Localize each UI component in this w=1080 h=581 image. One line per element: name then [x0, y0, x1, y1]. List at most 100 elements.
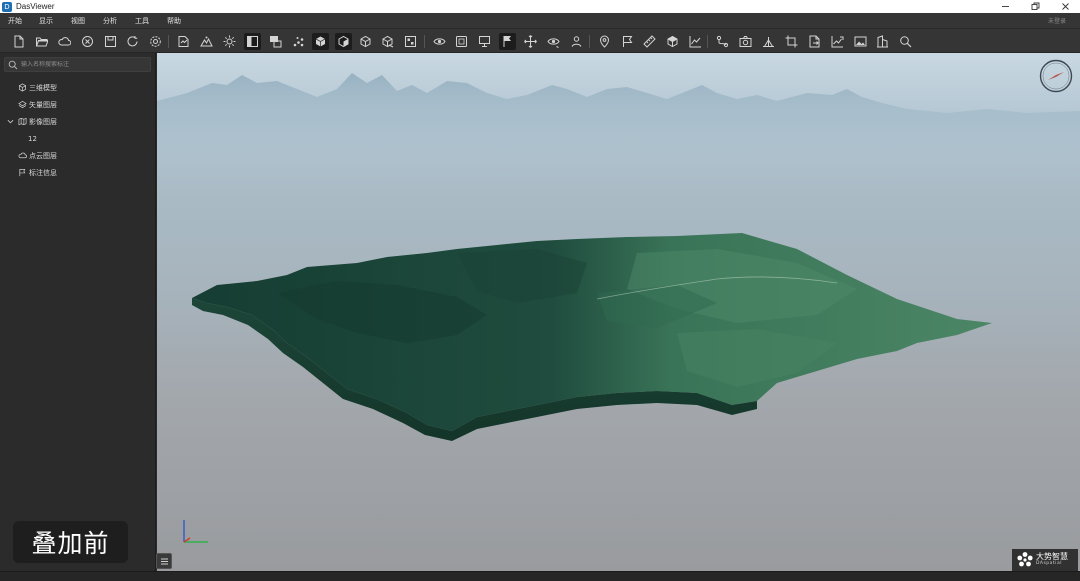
toolbar-point-cloud-button[interactable]: [290, 33, 307, 50]
restore-icon: [1031, 2, 1039, 10]
toolbar-settings-button[interactable]: [147, 33, 164, 50]
distant-mountains: [157, 73, 1080, 173]
toolbar-box-wire-button[interactable]: [357, 33, 374, 50]
panel-menu-button[interactable]: [156, 553, 172, 569]
menu-display[interactable]: 显示: [30, 16, 62, 26]
tree-item-image-layer[interactable]: 影像图层: [0, 113, 156, 130]
ruler-icon: [643, 35, 656, 48]
toolbar-panel-button[interactable]: [244, 33, 261, 50]
3d-viewport[interactable]: [157, 53, 1080, 571]
menu-start[interactable]: 开始: [0, 16, 30, 26]
panel-icon: [247, 36, 258, 47]
export-doc-icon: [809, 35, 820, 48]
menu-tools[interactable]: 工具: [126, 16, 158, 26]
toolbar-monitor-button[interactable]: [476, 33, 493, 50]
building-icon: [877, 35, 888, 48]
toolbar-save-button[interactable]: [102, 33, 119, 50]
tree-item-image-12[interactable]: 12: [0, 130, 156, 147]
tree-item-label: 三维模型: [29, 83, 57, 92]
new-file-icon: [14, 35, 24, 48]
toolbar-open-folder-button[interactable]: [33, 33, 50, 50]
import-icon: [178, 36, 189, 47]
tree-item-annotations[interactable]: 标注信息: [0, 164, 156, 181]
toolbar-location-pin-button[interactable]: [596, 33, 613, 50]
tree-item-label: 点云图层: [29, 151, 57, 160]
tree-item-3d-model[interactable]: 三维模型: [0, 79, 156, 96]
tree-item-label: 影像图层: [29, 117, 57, 126]
menu-view[interactable]: 视图: [62, 16, 94, 26]
chart-export-icon: [831, 36, 844, 48]
close-button[interactable]: [1050, 0, 1080, 13]
box-clip-icon: [382, 35, 394, 48]
toolbar-volume-button[interactable]: [664, 33, 681, 50]
toolbar-grid-button[interactable]: [402, 33, 419, 50]
image-icon: [854, 36, 867, 47]
layer-tree: 三维模型 矢量图层 影像图层 12 点云图层 标注信息: [0, 79, 156, 181]
brand-sub: DAspatial: [1036, 561, 1062, 567]
brand-logo-icon: [1017, 552, 1033, 567]
toolbar: [0, 28, 1080, 53]
layers-toggle-icon: [270, 36, 282, 48]
toolbar-chart-export-button[interactable]: [829, 33, 846, 50]
toolbar-box-clip-button[interactable]: [379, 33, 396, 50]
tree-item-vector-layer[interactable]: 矢量图层: [0, 96, 156, 113]
toolbar-slope-button[interactable]: [760, 33, 777, 50]
toolbar-building-button[interactable]: [874, 33, 891, 50]
toolbar-box-solid-button[interactable]: [312, 33, 329, 50]
toolbar-separator: [589, 35, 590, 48]
vector-layer-icon: [18, 100, 27, 109]
axes-indicator-icon: [183, 520, 208, 543]
toolbar-flag-pin-button[interactable]: [499, 33, 516, 50]
toolbar-crop-button[interactable]: [783, 33, 800, 50]
login-status[interactable]: 未登录: [1048, 16, 1066, 25]
slope-icon: [763, 37, 774, 47]
point-cloud-layer-icon: [18, 152, 27, 159]
close-icon: [1061, 3, 1069, 10]
toolbar-layers-toggle-button[interactable]: [267, 33, 284, 50]
toolbar-fly-button[interactable]: [568, 33, 585, 50]
toolbar-eye-rotate-button[interactable]: [545, 33, 562, 50]
flag-icon: [623, 36, 633, 47]
toolbar-eye-button[interactable]: [431, 33, 448, 50]
toolbar-profile-chart-button[interactable]: [687, 33, 704, 50]
eye-icon: [433, 38, 446, 45]
menu-help[interactable]: 帮助: [158, 16, 190, 26]
fullscreen-icon: [456, 36, 467, 47]
search-input[interactable]: [21, 61, 146, 68]
toolbar-refresh-button[interactable]: [124, 33, 141, 50]
tree-item-label: 矢量图层: [29, 100, 57, 109]
toolbar-box-shaded-button[interactable]: [335, 33, 352, 50]
chevron-down-icon[interactable]: [7, 118, 14, 125]
toolbar-camera-button[interactable]: [737, 33, 754, 50]
toolbar-path-button[interactable]: [714, 33, 731, 50]
toolbar-separator: [424, 35, 425, 48]
toolbar-light-button[interactable]: [221, 33, 238, 50]
toolbar-close-circle-button[interactable]: [79, 33, 96, 50]
compass-icon[interactable]: [1039, 59, 1073, 93]
save-icon: [105, 36, 116, 47]
crop-icon: [785, 35, 798, 48]
terrain-icon: [200, 36, 213, 47]
terrain-scene[interactable]: [157, 53, 1080, 571]
toolbar-fullscreen-button[interactable]: [453, 33, 470, 50]
cube-icon: [18, 83, 27, 92]
toolbar-image-button[interactable]: [852, 33, 869, 50]
toolbar-cloud-button[interactable]: [56, 33, 73, 50]
restore-button[interactable]: [1020, 0, 1050, 13]
toolbar-move-button[interactable]: [522, 33, 539, 50]
minimize-button[interactable]: [990, 0, 1020, 13]
settings-icon: [150, 36, 161, 47]
toolbar-new-file-button[interactable]: [10, 33, 27, 50]
toolbar-ruler-button[interactable]: [641, 33, 658, 50]
toolbar-magnify-button[interactable]: [897, 33, 914, 50]
tree-item-point-cloud-layer[interactable]: 点云图层: [0, 147, 156, 164]
open-folder-icon: [35, 37, 48, 47]
search-box: [4, 57, 151, 72]
menu-analysis[interactable]: 分析: [94, 16, 126, 26]
toolbar-export-doc-button[interactable]: [806, 33, 823, 50]
toolbar-import-button[interactable]: [175, 33, 192, 50]
toolbar-terrain-button[interactable]: [198, 33, 215, 50]
toolbar-flag-button[interactable]: [619, 33, 636, 50]
tree-item-label: 12: [28, 134, 37, 143]
title-bar: D DasViewer: [0, 0, 1080, 13]
